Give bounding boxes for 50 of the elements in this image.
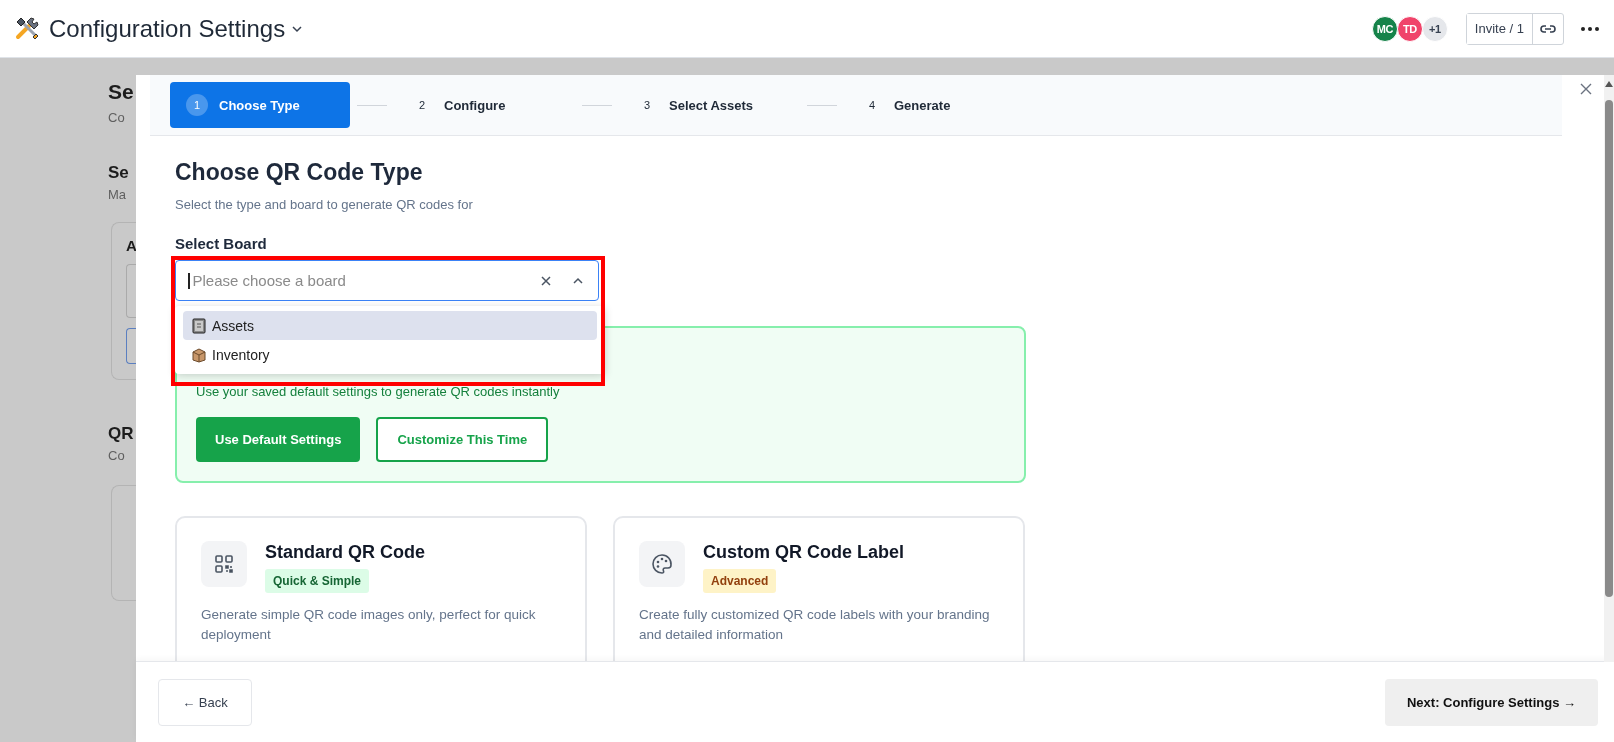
step-tab[interactable]: 4 Generate [845, 82, 1025, 128]
dropdown-option[interactable]: Inventory [183, 340, 597, 369]
avatar[interactable]: MC [1371, 15, 1398, 42]
clear-icon[interactable] [540, 274, 552, 287]
step-label: Configure [444, 97, 506, 113]
section-description: Ma [108, 187, 128, 202]
dropdown-option[interactable]: Assets [183, 311, 597, 340]
card-title: Standard QR Code [265, 541, 425, 563]
palette-icon [651, 553, 673, 575]
back-button[interactable]: ← Back [158, 678, 252, 726]
scroll-up-icon[interactable] [1605, 81, 1613, 87]
notebook-icon [191, 317, 207, 334]
step-label: Select Assets [669, 97, 754, 113]
qr-code-icon [213, 553, 235, 575]
section-description: Co [108, 448, 126, 463]
page-title: Configuration Settings [49, 14, 286, 43]
card-title: A [126, 237, 136, 254]
avatar[interactable]: +1 [1421, 15, 1448, 42]
dialog-description: Select the type and board to generate QR codes for [175, 196, 474, 214]
tag: Quick & Simple [265, 569, 370, 593]
invite-button[interactable]: Invite / 1 [1466, 13, 1533, 44]
field-label: Select Board [175, 234, 268, 254]
card-title: Custom QR Code Label [703, 541, 904, 563]
page-description: Co [108, 110, 126, 125]
more-icon[interactable] [1580, 25, 1600, 32]
scrollbar-thumb[interactable] [1605, 100, 1613, 597]
board-select[interactable]: Please choose a board [175, 260, 599, 301]
step-tab[interactable]: 3 Select Assets [620, 82, 800, 128]
page-heading: Se [108, 80, 135, 105]
tag: Advanced [703, 569, 777, 593]
step-tab[interactable]: 1 Choose Type [170, 82, 350, 128]
step-number: 4 [867, 98, 877, 113]
tools-icon [14, 15, 40, 42]
step-label: Generate [894, 97, 951, 113]
card-description: Create fully customized QR code labels with your branding and detailed information [639, 606, 991, 644]
section-heading: QR [108, 424, 135, 444]
avatar[interactable]: TD [1396, 15, 1423, 42]
close-icon[interactable] [1580, 83, 1592, 95]
card-text: Use your saved default settings to generate QR codes instantly [196, 384, 561, 400]
scrollbar[interactable] [1604, 75, 1614, 662]
step-label: Choose Type [219, 97, 300, 113]
step-number: 2 [417, 98, 427, 113]
next-button[interactable]: Next: Configure Settings → [1385, 678, 1598, 726]
section-heading: Se [108, 163, 130, 183]
box-icon [191, 346, 207, 363]
card-description: Generate simple QR code images only, perfect for quick deployment [201, 606, 537, 644]
step-number: 1 [186, 94, 208, 116]
step-tab[interactable]: 2 Configure [395, 82, 575, 128]
step-number: 3 [642, 98, 652, 113]
dialog-title: Choose QR Code Type [175, 158, 424, 186]
